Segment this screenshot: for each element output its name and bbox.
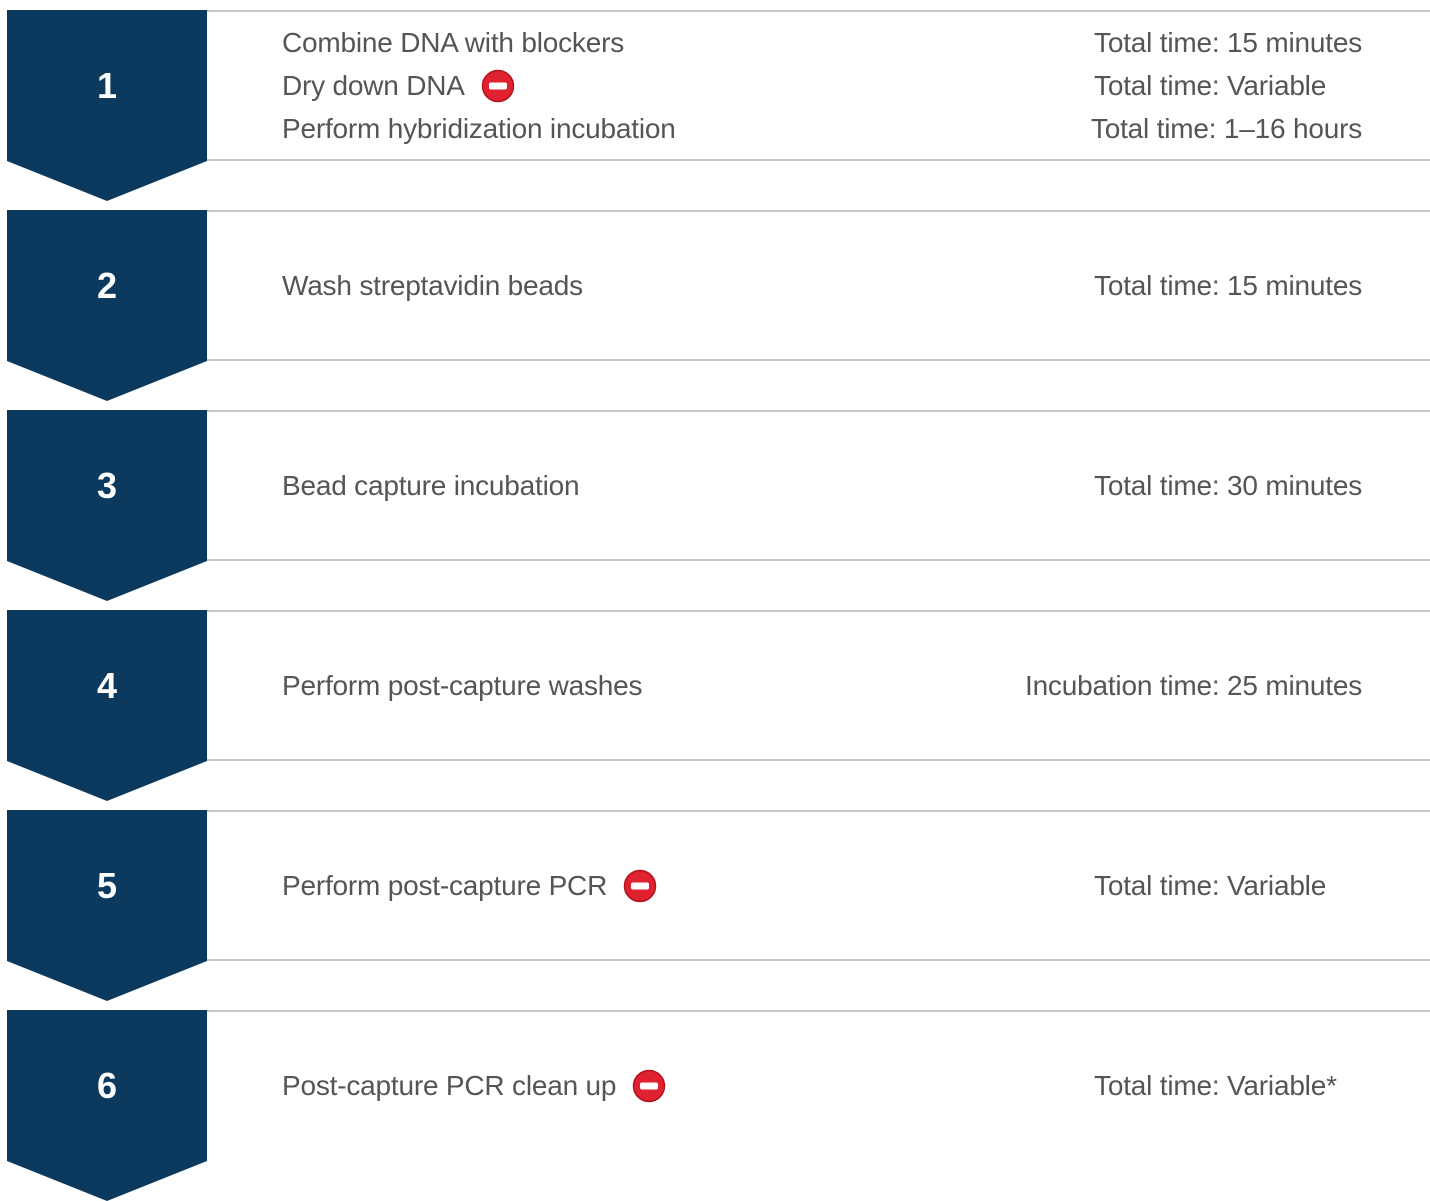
step-row: Perform hybridization incubation Total t… (282, 107, 1362, 150)
task-text: Perform post-capture washes (282, 669, 643, 702)
time-text: Total time: Variable (1094, 869, 1327, 901)
step-1: 1 Combine DNA with blockers Total time: … (0, 0, 1430, 201)
step-3: 3 Bead capture incubation Total time: 30… (0, 400, 1430, 601)
step-number: 6 (96, 1064, 118, 1106)
step-2: 2 Wash streptavidin beads Total time: 15… (0, 200, 1430, 401)
time-text: Total time: 15 minutes (1094, 269, 1362, 301)
step-row: Combine DNA with blockers Total time: 15… (282, 21, 1362, 64)
step-rows: Combine DNA with blockers Total time: 15… (282, 10, 1362, 161)
step-4: 4 Perform post-capture washes Incubation… (0, 600, 1430, 801)
step-rows: Perform post-capture PCR Total time: Var… (282, 810, 1362, 961)
time-text: Total time: Variable* (1094, 1069, 1337, 1101)
task-text: Perform post-capture PCR (282, 869, 657, 903)
task-label: Bead capture incubation (282, 469, 580, 501)
stop-point-icon (632, 1069, 666, 1103)
step-number: 5 (96, 864, 118, 906)
time-text: Incubation time: 25 minutes (1024, 669, 1362, 701)
task-text: Perform hybridization incubation (282, 113, 676, 145)
step-rows: Perform post-capture washes Incubation t… (282, 610, 1362, 761)
task-label: Perform hybridization incubation (282, 112, 676, 144)
task-label: Dry down DNA (282, 69, 465, 101)
time-text: Total time: Variable (1094, 69, 1327, 101)
step-number: 1 (96, 64, 118, 106)
step-row: Post-capture PCR clean up Total time: Va… (282, 1064, 1362, 1107)
task-text: Bead capture incubation (282, 469, 580, 502)
stop-point-icon (623, 869, 657, 903)
step-number: 4 (96, 664, 118, 706)
task-text: Dry down DNA (282, 69, 515, 103)
time-text: Total time: 30 minutes (1094, 469, 1362, 501)
step-6: 6 Post-capture PCR clean up Total time: … (0, 1000, 1430, 1201)
step-rows: Wash streptavidin beads Total time: 15 m… (282, 210, 1362, 361)
step-number: 3 (96, 464, 118, 506)
step-row: Perform post-capture PCR Total time: Var… (282, 864, 1362, 907)
stop-point-icon (481, 69, 515, 103)
task-label: Post-capture PCR clean up (282, 1069, 617, 1101)
task-label: Perform post-capture PCR (282, 869, 608, 901)
step-5: 5 Perform post-capture PCR Total time: V… (0, 800, 1430, 1001)
task-text: Wash streptavidin beads (282, 270, 583, 302)
step-number: 2 (96, 264, 118, 306)
step-row: Perform post-capture washes Incubation t… (282, 664, 1362, 707)
task-text: Post-capture PCR clean up (282, 1069, 666, 1103)
time-text: Total time: 15 minutes (1094, 26, 1362, 58)
step-row: Bead capture incubation Total time: 30 m… (282, 464, 1362, 507)
step-rows: Bead capture incubation Total time: 30 m… (282, 410, 1362, 561)
task-label: Wash streptavidin beads (282, 269, 583, 301)
task-label: Perform post-capture washes (282, 669, 643, 701)
step-row: Wash streptavidin beads Total time: 15 m… (282, 264, 1362, 307)
step-row: Dry down DNA Total time: Variable (282, 64, 1362, 107)
step-rows: Post-capture PCR clean up Total time: Va… (282, 1010, 1362, 1161)
task-label: Combine DNA with blockers (282, 26, 625, 58)
time-text: Total time: 1–16 hours (1090, 112, 1362, 144)
task-text: Combine DNA with blockers (282, 27, 624, 59)
